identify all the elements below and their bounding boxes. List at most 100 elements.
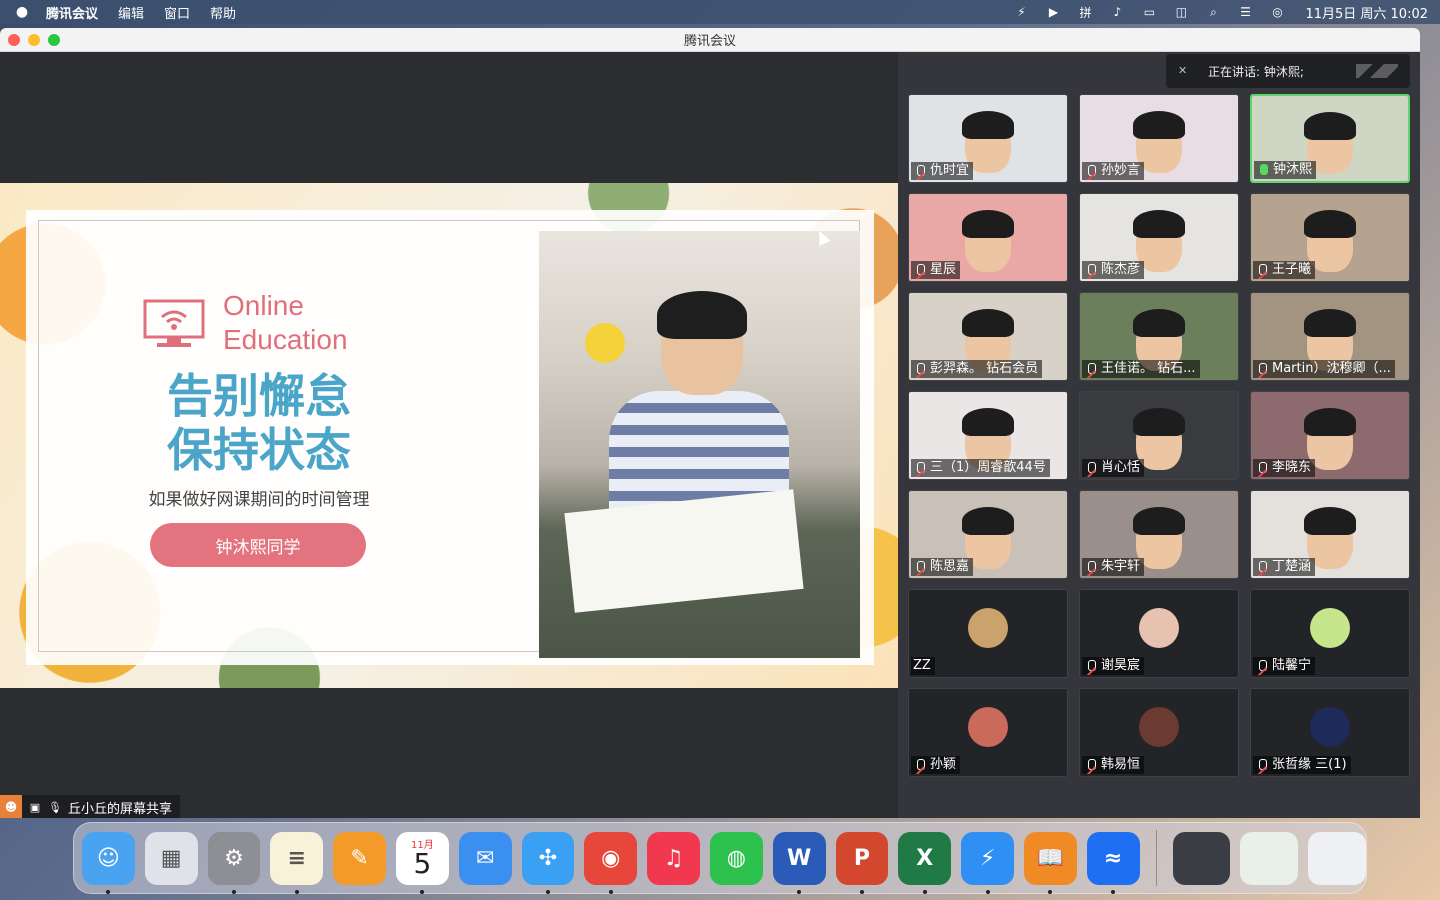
running-indicator — [859, 889, 864, 894]
search-icon[interactable]: ⌕ — [1205, 5, 1221, 19]
powerpoint-icon[interactable]: P — [835, 831, 889, 894]
excel-icon[interactable]: X — [898, 831, 952, 894]
word-glyph: W — [787, 845, 812, 871]
running-indicator — [797, 889, 802, 894]
tencent-meeting-icon[interactable]: ≈ — [1086, 831, 1140, 894]
participant-hair — [1133, 309, 1185, 337]
input-method-icon[interactable]: 拼 — [1077, 5, 1093, 20]
spark-icon[interactable]: ⚡ — [961, 831, 1014, 894]
shared-screen-area[interactable]: Online Education 告别懈怠 保持状态 如果做好网课期间的时间管理… — [0, 52, 898, 818]
microphone-muted-icon — [1084, 659, 1098, 673]
participant-avatar — [1310, 608, 1350, 648]
participant-tile[interactable]: 孙颖 — [908, 688, 1068, 777]
participant-tile[interactable]: 王佳诺。 钻石... — [1079, 292, 1239, 381]
participant-tile[interactable]: 彭羿森。 钻石会员 — [908, 292, 1068, 381]
participant-avatar — [1310, 707, 1350, 747]
safari-glyph: ✣ — [538, 845, 558, 871]
menu-edit[interactable]: 编辑 — [118, 3, 144, 22]
launchpad-icon[interactable]: ▦ — [144, 831, 198, 885]
screenshot-thumb-icon[interactable] — [1172, 831, 1231, 885]
participant-label: 王佳诺。 钻石... — [1082, 360, 1200, 378]
participant-tile[interactable]: 李晓东 — [1250, 391, 1410, 480]
trash-icon[interactable] — [1308, 831, 1366, 885]
participant-tile[interactable]: 谢昊宸 — [1079, 589, 1239, 678]
participant-label: Martin）沈穆卿（... — [1253, 360, 1395, 378]
participant-tile[interactable]: 张哲缘 三(1) — [1250, 688, 1410, 777]
running-indicator — [545, 889, 550, 894]
participant-tile[interactable]: 星辰 — [908, 193, 1068, 282]
close-window-button[interactable] — [8, 33, 20, 46]
music-icon[interactable]: ♫ — [647, 831, 700, 885]
play-circle-icon[interactable]: ▶ — [1045, 5, 1061, 19]
minimize-window-button[interactable] — [28, 33, 40, 46]
finder-icon[interactable]: ☺ — [82, 831, 135, 894]
participant-tile[interactable]: 朱宇轩 — [1079, 490, 1239, 579]
photo-paper — [564, 489, 804, 613]
apple-menu-icon[interactable]: ● — [12, 4, 32, 20]
volume-icon[interactable]: ♪ — [1109, 5, 1125, 19]
running-indicator — [922, 889, 927, 894]
participant-label: 星辰 — [911, 261, 961, 279]
participant-name: 陈杰彦 — [1101, 262, 1141, 277]
system-settings-icon[interactable]: ⚙ — [207, 831, 261, 894]
participant-name: Martin）沈穆卿（... — [1272, 361, 1391, 376]
excel-glyph: X — [916, 845, 934, 871]
participant-avatar — [968, 608, 1008, 648]
participant-tile[interactable]: 仇时宜 — [908, 94, 1068, 183]
menu-help[interactable]: 帮助 — [210, 3, 236, 22]
notes-icon[interactable]: ≡ — [270, 831, 324, 894]
running-indicator — [1111, 889, 1116, 894]
microphone-muted-icon — [1084, 758, 1098, 772]
participant-avatar — [1139, 608, 1179, 648]
safari-icon[interactable]: ✣ — [521, 831, 575, 894]
control-center-icon[interactable]: ☰ — [1237, 5, 1253, 19]
siri-icon[interactable]: ◎ — [1269, 5, 1285, 19]
participant-tile[interactable]: 肖心恬 — [1079, 391, 1239, 480]
participant-tile[interactable]: Martin）沈穆卿（... — [1250, 292, 1410, 381]
participant-tile[interactable]: 陆馨宁 — [1250, 589, 1410, 678]
microphone-muted-icon — [1084, 164, 1098, 178]
bolt-icon[interactable]: ⚡ — [1013, 5, 1029, 19]
screen-mirror-icon[interactable]: ◫ — [1173, 5, 1189, 19]
menu-app[interactable]: 腾讯会议 — [46, 3, 98, 22]
participant-name: 陆馨宁 — [1272, 658, 1312, 673]
battery-icon[interactable]: ▭ — [1141, 5, 1157, 19]
word-icon[interactable]: W — [772, 831, 826, 894]
participant-tile[interactable]: 三（1）周睿歆44号 — [908, 391, 1068, 480]
speaking-indicator: ✕ 正在讲话: 钟沐熙; — [1166, 54, 1410, 88]
participant-name: 谢昊宸 — [1101, 658, 1141, 673]
participant-label: 钟沐熙 — [1254, 161, 1317, 179]
participant-name: 孙颖 — [930, 757, 957, 772]
mail-icon[interactable]: ✉ — [458, 831, 512, 885]
running-indicator — [608, 889, 613, 894]
spreadsheet-thumb-icon[interactable] — [1240, 831, 1299, 885]
microphone-muted-icon — [1084, 263, 1098, 277]
microphone-muted-icon — [913, 362, 927, 376]
participant-tile[interactable]: ZZ — [908, 589, 1068, 678]
participant-name: ZZ — [913, 658, 931, 673]
participant-name: 陈思嘉 — [930, 559, 970, 574]
running-indicator — [985, 889, 990, 894]
participant-hair — [1133, 408, 1185, 436]
participant-tile[interactable]: 钟沐熙 — [1250, 94, 1410, 183]
participant-tile[interactable]: 韩易恒 — [1079, 688, 1239, 777]
participant-tile[interactable]: 陈杰彦 — [1079, 193, 1239, 282]
participant-tile[interactable]: 陈思嘉 — [908, 490, 1068, 579]
participant-avatar — [1139, 707, 1179, 747]
menu-window[interactable]: 窗口 — [164, 3, 190, 22]
books-icon[interactable]: 📖 — [1023, 831, 1077, 894]
chrome-icon[interactable]: ◉ — [584, 831, 638, 894]
participant-tile[interactable]: 王子曦 — [1250, 193, 1410, 282]
participant-label: 三（1）周睿歆44号 — [911, 459, 1050, 477]
wechat-icon[interactable]: ◍ — [709, 831, 763, 885]
toy-figure — [585, 323, 625, 363]
participant-tile[interactable]: 孙妙言 — [1079, 94, 1239, 183]
microphone-muted-icon — [1084, 461, 1098, 475]
participant-tile[interactable]: 丁楚涵 — [1250, 490, 1410, 579]
pages-icon[interactable]: ✎ — [333, 831, 386, 885]
fullscreen-window-button[interactable] — [48, 33, 60, 46]
calendar-icon[interactable]: 11月 5 — [395, 831, 449, 894]
screen-share-bar[interactable]: ☻ ▣ 🎙 丘小丘的屏幕共享 — [0, 795, 181, 818]
title-bar: 腾讯会议 — [0, 28, 1420, 52]
menu-clock[interactable]: 11月5日 周六 10:02 — [1305, 3, 1428, 22]
